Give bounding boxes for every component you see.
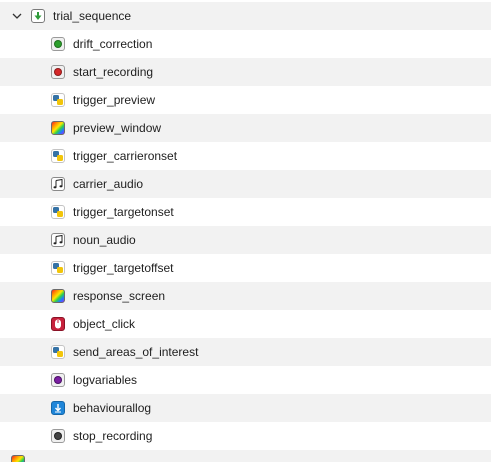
drift-correct-icon — [51, 37, 65, 51]
tree-item-label: trigger_targetonset — [73, 205, 174, 219]
mouse-response-icon — [51, 317, 65, 331]
tree-item-label: response_screen — [73, 289, 166, 303]
tree-item-trigger-preview[interactable]: trigger_preview — [0, 86, 491, 114]
tree-item-trigger-targetoffset[interactable]: trigger_targetoffset — [0, 254, 491, 282]
tree-item-trigger-carrieronset[interactable]: trigger_carrieronset — [0, 142, 491, 170]
tree-item-label: behaviourallog — [73, 401, 152, 415]
audio-note-icon — [51, 177, 65, 191]
tree-item-start-recording[interactable]: start_recording — [0, 58, 491, 86]
tree-item-carrier-audio[interactable]: carrier_audio — [0, 170, 491, 198]
tree-item-label: stop_recording — [73, 429, 153, 443]
audio-note-icon — [51, 233, 65, 247]
tree-item-label: start_recording — [73, 65, 154, 79]
tree-item-logvariables[interactable]: logvariables — [0, 366, 491, 394]
tree-item-label: carrier_audio — [73, 177, 144, 191]
logger-icon — [51, 401, 65, 415]
stop-record-icon — [51, 429, 65, 443]
tree-item-label: drift_correction — [73, 37, 153, 51]
tree-item-behaviourallog[interactable]: behaviourallog — [0, 394, 491, 422]
feedback-display-icon — [51, 289, 65, 303]
tree-item-trial-sequence[interactable]: trial_sequence — [0, 2, 491, 30]
python-script-icon — [51, 261, 65, 275]
log-variables-icon — [51, 373, 65, 387]
tree-item-next-sibling[interactable] — [0, 450, 491, 462]
start-record-icon — [51, 65, 65, 79]
tree-item-label: trigger_preview — [73, 93, 156, 107]
sequence-icon — [31, 9, 45, 23]
python-script-icon — [51, 345, 65, 359]
tree-item-label: logvariables — [73, 373, 138, 387]
experiment-overview-tree: trial_sequence drift_correction start_re… — [0, 0, 491, 462]
tree-item-label: trigger_targetoffset — [73, 261, 174, 275]
feedback-display-icon — [51, 121, 65, 135]
chevron-down-icon[interactable] — [12, 11, 22, 21]
tree-item-send-areas-of-interest[interactable]: send_areas_of_interest — [0, 338, 491, 366]
tree-item-stop-recording[interactable]: stop_recording — [0, 422, 491, 450]
tree-item-label: object_click — [73, 317, 136, 331]
tree-item-label: trial_sequence — [53, 9, 132, 23]
tree-item-drift-correction[interactable]: drift_correction — [0, 30, 491, 58]
python-script-icon — [51, 205, 65, 219]
python-script-icon — [51, 93, 65, 107]
tree-item-label: preview_window — [73, 121, 162, 135]
tree-item-noun-audio[interactable]: noun_audio — [0, 226, 491, 254]
tree-item-label: trigger_carrieronset — [73, 149, 178, 163]
tree-item-label: noun_audio — [73, 233, 136, 247]
tree-item-trigger-targetonset[interactable]: trigger_targetonset — [0, 198, 491, 226]
tree-item-label: send_areas_of_interest — [73, 345, 199, 359]
tree-item-preview-window[interactable]: preview_window — [0, 114, 491, 142]
tree-item-response-screen[interactable]: response_screen — [0, 282, 491, 310]
python-script-icon — [51, 149, 65, 163]
feedback-display-icon — [11, 455, 25, 462]
tree-item-object-click[interactable]: object_click — [0, 310, 491, 338]
